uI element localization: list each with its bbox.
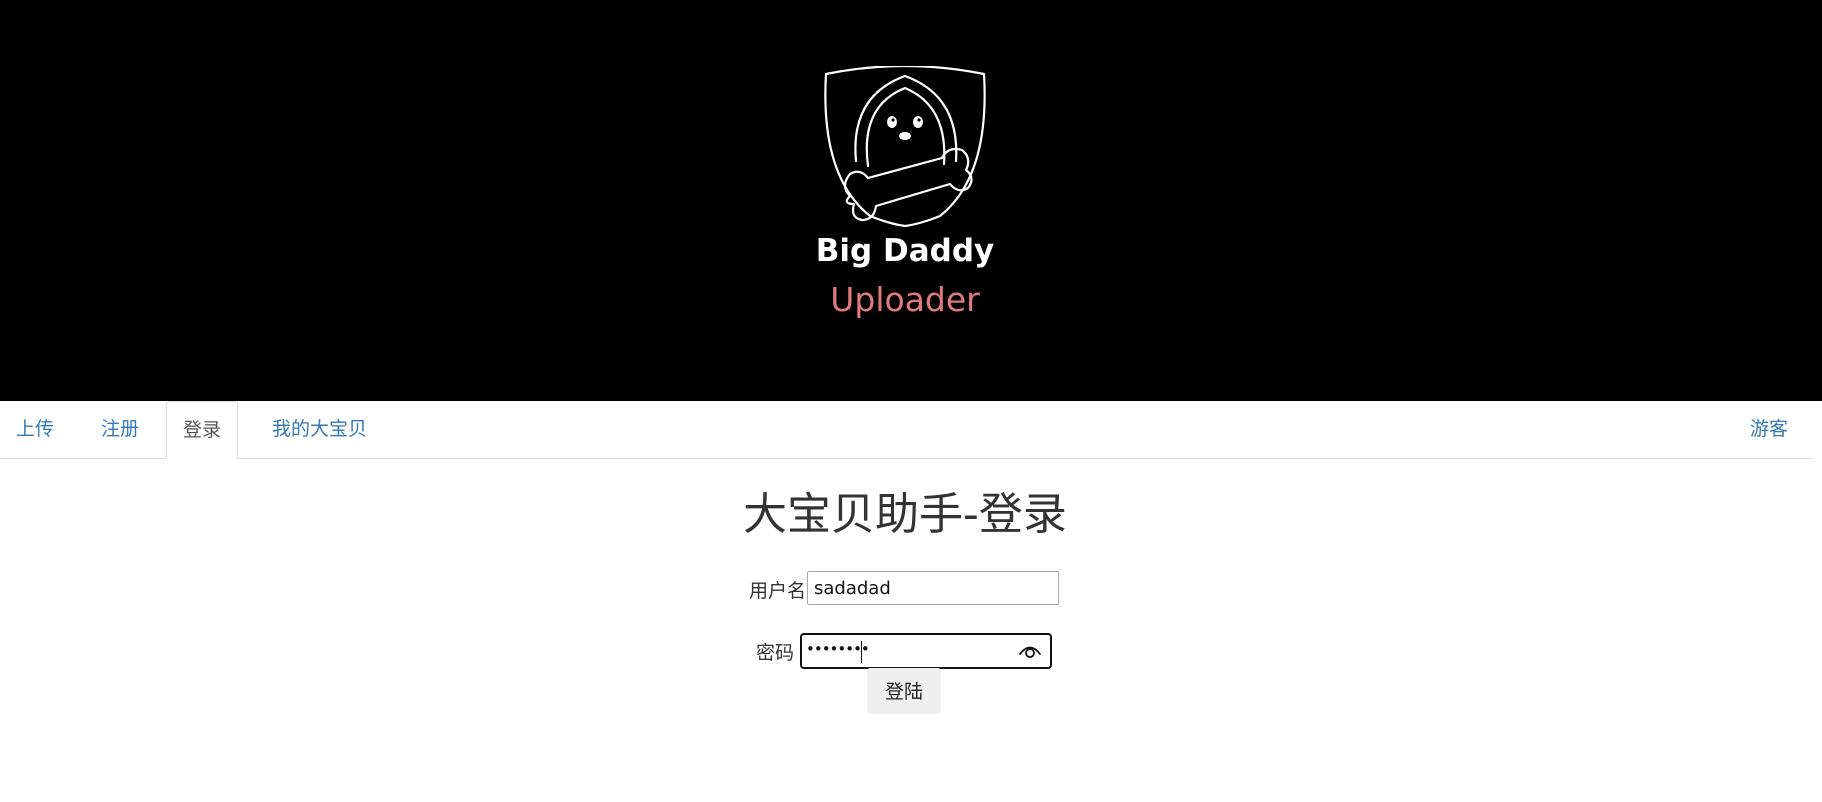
password-input[interactable]: •••••••• (800, 633, 1052, 669)
text-caret (861, 641, 862, 663)
nav-tabs: 上传 注册 登录 我的大宝贝 游客 (0, 401, 1812, 459)
tab-upload[interactable]: 上传 (0, 401, 70, 458)
password-label: 密码 (756, 642, 795, 664)
tab-my-treasures[interactable]: 我的大宝贝 (256, 401, 383, 458)
username-label: 用户名 (749, 580, 807, 602)
page-title: 大宝贝助手-登录 (743, 489, 1067, 540)
header-banner: Big Daddy Uploader (0, 0, 1822, 401)
tab-login[interactable]: 登录 (166, 401, 239, 459)
logo-title: Big Daddy (815, 233, 995, 269)
username-input[interactable] (807, 571, 1059, 605)
user-guest-link[interactable]: 游客 (1734, 401, 1804, 458)
logo-subtitle: Uploader (830, 280, 980, 319)
eye-icon[interactable] (1018, 642, 1042, 660)
password-value: •••••••• (806, 640, 870, 658)
tab-register[interactable]: 注册 (85, 401, 155, 458)
login-button[interactable]: 登陆 (867, 668, 941, 714)
